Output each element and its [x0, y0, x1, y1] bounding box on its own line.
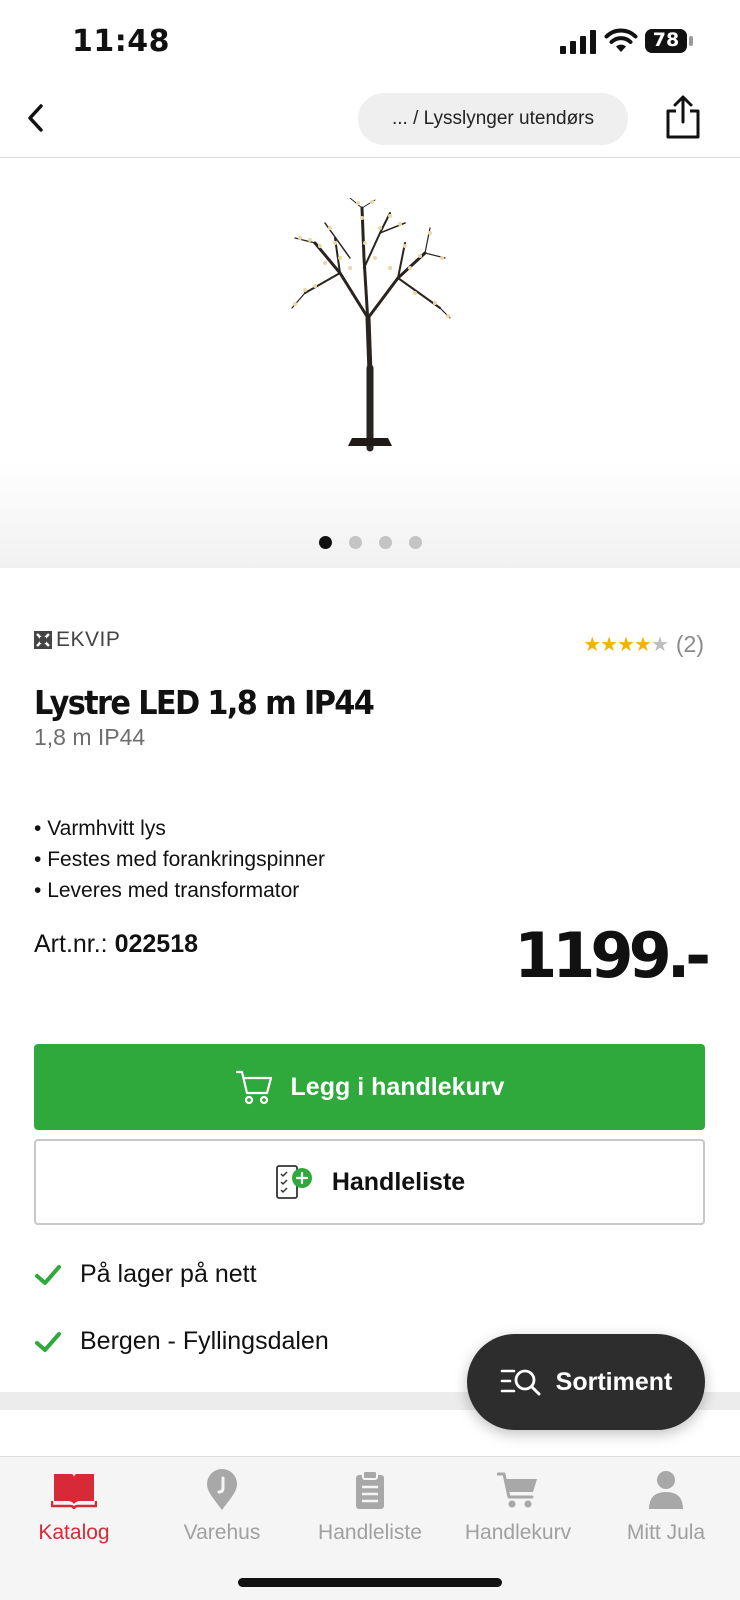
home-indicator[interactable]: [238, 1578, 502, 1587]
shopping-list-label: Handleliste: [331, 1167, 466, 1196]
brand-name: EKVIP: [56, 628, 121, 651]
rating-stars: ★★★★★: [583, 634, 669, 656]
list-add-icon: [275, 1165, 312, 1199]
cellular-signal-icon: [560, 30, 596, 54]
feature-item: Leveres med transformator: [34, 875, 325, 906]
cart-icon: [235, 1070, 272, 1105]
tab-label: Varehus: [183, 1521, 261, 1544]
catalog-icon: [51, 1467, 97, 1513]
brand-logo[interactable]: EKVIP: [34, 628, 120, 652]
status-time: 11:48: [72, 24, 170, 59]
tab-label: Mitt Jula: [626, 1521, 706, 1544]
tab-label: Katalog: [38, 1521, 110, 1544]
brand-mark-icon: [34, 631, 52, 649]
tab-varehus[interactable]: Varehus: [148, 1467, 296, 1557]
wifi-icon: [604, 28, 638, 52]
pagination-dot[interactable]: [378, 536, 392, 549]
product-price: 1199.-: [514, 919, 711, 992]
share-icon: [666, 95, 700, 139]
tab-label: Handlekurv: [464, 1521, 572, 1544]
feature-item: Festes med forankringspinner: [34, 844, 325, 875]
product-title: Lystre LED 1,8 m IP44: [34, 683, 375, 722]
status-bar: 11:48 78: [0, 0, 740, 80]
check-icon: [35, 1331, 61, 1352]
back-button[interactable]: [14, 96, 58, 140]
product-image: [291, 198, 451, 452]
product-gallery[interactable]: [0, 158, 740, 568]
pagination-dot[interactable]: [348, 536, 362, 549]
article-number: Art.nr.: 022518: [34, 930, 198, 959]
gallery-pagination: [0, 536, 740, 549]
pagination-dot[interactable]: [408, 536, 422, 549]
sortiment-button[interactable]: Sortiment: [467, 1334, 705, 1430]
tab-handleliste[interactable]: Handleliste: [296, 1467, 444, 1557]
clipboard-icon: [347, 1467, 393, 1513]
feature-item: Varmhvitt lys: [34, 813, 325, 844]
add-to-cart-label: Legg i handlekurv: [290, 1072, 505, 1101]
stock-online-label: På lager på nett: [80, 1260, 257, 1288]
stock-online: På lager på nett: [34, 1260, 257, 1289]
check-icon: [35, 1264, 61, 1285]
product-rating[interactable]: ★★★★★ (2): [583, 631, 704, 658]
product-subtitle: 1,8 m IP44: [34, 724, 146, 750]
chevron-left-icon: [28, 104, 43, 132]
article-number-value: 022518: [114, 930, 199, 958]
article-number-label: Art.nr.:: [34, 930, 108, 958]
add-to-cart-button[interactable]: Legg i handlekurv: [34, 1044, 705, 1130]
tab-label: Handleliste: [318, 1521, 422, 1544]
location-pin-icon: [199, 1467, 245, 1513]
breadcrumb[interactable]: ... / Lysslynger utendørs: [358, 93, 628, 145]
person-icon: [643, 1467, 689, 1513]
nav-header: ... / Lysslynger utendørs: [0, 80, 740, 158]
rating-count: (2): [675, 631, 704, 657]
add-to-shopping-list-button[interactable]: Handleliste: [34, 1139, 705, 1225]
tab-katalog[interactable]: Katalog: [0, 1467, 148, 1557]
stock-store[interactable]: Bergen - Fyllingsdalen: [34, 1327, 329, 1356]
sortiment-label: Sortiment: [555, 1367, 673, 1396]
stock-store-label: Bergen - Fyllingsdalen: [80, 1327, 329, 1355]
battery-icon: 78: [644, 28, 694, 54]
share-button[interactable]: [660, 92, 706, 142]
feature-list: Varmhvitt lys Festes med forankringspinn…: [34, 813, 325, 906]
tab-mitt-jula[interactable]: Mitt Jula: [592, 1467, 740, 1557]
tab-handlekurv[interactable]: Handlekurv: [444, 1467, 592, 1557]
pagination-dot[interactable]: [318, 536, 332, 549]
filter-search-icon: [500, 1369, 541, 1396]
cart-icon: [495, 1467, 541, 1513]
battery-level: 78: [652, 29, 680, 51]
